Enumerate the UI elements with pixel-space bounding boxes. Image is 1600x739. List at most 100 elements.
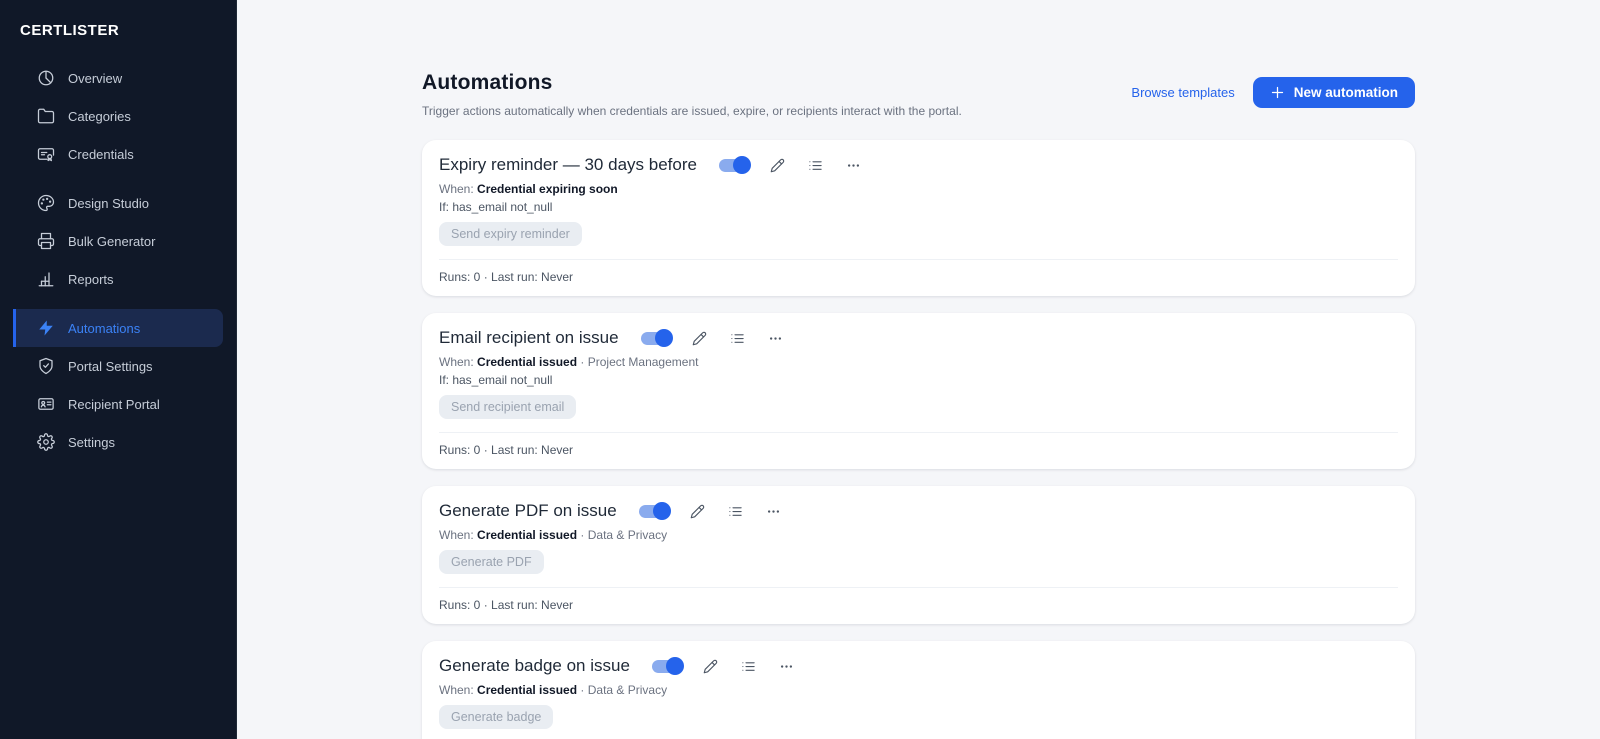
automation-title: Generate badge on issue: [439, 656, 630, 675]
sidebar-item-automations[interactable]: Automations: [13, 309, 223, 347]
sidebar-item-label: Portal Settings: [68, 358, 153, 374]
pencil-icon: [703, 659, 718, 673]
sidebar-item-recipient-portal[interactable]: Recipient Portal: [13, 385, 223, 423]
list-icon: [728, 506, 742, 516]
nav-group-settings: Automations Portal Settings Recipient Po…: [13, 309, 223, 461]
sidebar: CERTLISTER Overview Categories Credentia…: [0, 0, 237, 739]
list-icon: [809, 160, 822, 170]
enabled-toggle[interactable]: [640, 329, 673, 347]
ellipsis-icon: [847, 163, 860, 167]
when-suffix: · Project Management: [577, 355, 699, 369]
lightning-icon: [39, 320, 53, 336]
logs-button[interactable]: [808, 158, 823, 173]
list-icon: [730, 333, 744, 343]
automation-card: Email recipient on issue When: Credentia…: [422, 313, 1415, 469]
main-content: Automations Trigger actions automaticall…: [237, 0, 1600, 739]
gear-icon: [37, 433, 55, 451]
brand-logo: CERTLISTER: [20, 22, 120, 39]
card-footer: Runs: 0 · Last run: Never: [439, 587, 1398, 612]
logs-button[interactable]: [741, 659, 756, 674]
page-header-text: Automations Trigger actions automaticall…: [422, 71, 962, 118]
header-actions: Browse templates New automation: [1131, 77, 1415, 108]
when-suffix: · Data & Privacy: [577, 683, 668, 697]
when-value: Credential issued: [477, 683, 578, 697]
action-chip: Generate PDF: [439, 550, 544, 574]
list-icon: [742, 661, 755, 671]
nav-group-tools: Design Studio Bulk Generator Reports: [13, 184, 223, 298]
automation-title: Generate PDF on issue: [439, 501, 617, 520]
pie-chart-icon: [38, 70, 54, 86]
toggle-knob: [652, 502, 671, 520]
new-automation-button[interactable]: New automation: [1252, 77, 1415, 108]
more-button[interactable]: [768, 331, 783, 346]
plus-icon: [1271, 86, 1283, 99]
runs-line: Runs: 0 · Last run: Never: [439, 270, 574, 284]
automation-title: Email recipient on issue: [439, 328, 619, 347]
shield-check-icon: [39, 357, 53, 375]
nav-group-library: Overview Categories Credentials: [13, 59, 223, 173]
when-line: When: Credential issued · Project Manage…: [439, 355, 699, 369]
if-line: If: has_email not_null: [439, 200, 553, 214]
logs-button[interactable]: [728, 504, 743, 519]
ellipsis-icon: [769, 336, 781, 340]
browse-templates-link[interactable]: Browse templates: [1131, 85, 1234, 100]
card-footer: Runs: 0 · Last run: Never: [439, 432, 1398, 457]
sidebar-item-categories[interactable]: Categories: [13, 97, 223, 135]
action-chip: Send recipient email: [439, 395, 577, 419]
sidebar-item-label: Reports: [68, 271, 114, 287]
toggle-knob: [732, 156, 751, 174]
sidebar-item-portal-settings[interactable]: Portal Settings: [13, 347, 223, 385]
printer-icon: [37, 232, 55, 250]
sidebar-item-label: Bulk Generator: [68, 233, 156, 249]
action-chip: Send expiry reminder: [439, 222, 582, 246]
certificate-icon: [37, 148, 55, 162]
sidebar-item-label: Settings: [68, 434, 115, 450]
sidebar-nav: Overview Categories Credentials Design S…: [0, 59, 236, 461]
toggle-knob: [665, 657, 684, 675]
edit-button[interactable]: [703, 659, 718, 674]
runs-line: Runs: 0 · Last run: Never: [439, 598, 574, 612]
page-header: Automations Trigger actions automaticall…: [422, 71, 1415, 118]
sidebar-item-design-studio[interactable]: Design Studio: [13, 184, 223, 222]
sidebar-item-credentials[interactable]: Credentials: [13, 135, 223, 173]
toggle-knob: [654, 329, 673, 347]
if-line: If: has_email not_null: [439, 373, 553, 387]
more-button[interactable]: [766, 504, 781, 519]
edit-button[interactable]: [690, 504, 705, 519]
pencil-icon: [690, 504, 704, 518]
automation-title: Expiry reminder — 30 days before: [439, 155, 697, 174]
when-suffix: · Data & Privacy: [577, 528, 668, 542]
sidebar-item-bulk-generator[interactable]: Bulk Generator: [13, 222, 223, 260]
edit-button[interactable]: [770, 158, 785, 173]
automation-card: Generate PDF on issue When: Credential i…: [422, 486, 1415, 624]
when-line: When: Credential issued · Data & Privacy: [439, 683, 668, 697]
sidebar-item-label: Design Studio: [68, 195, 149, 211]
folder-icon: [37, 108, 55, 124]
logs-button[interactable]: [730, 331, 745, 346]
sidebar-item-label: Credentials: [68, 146, 134, 162]
sidebar-item-label: Automations: [68, 320, 141, 336]
when-line: When: Credential issued · Data & Privacy: [439, 528, 668, 542]
enabled-toggle[interactable]: [651, 657, 684, 675]
pencil-icon: [692, 331, 706, 345]
when-line: When: Credential expiring soon: [439, 182, 618, 196]
id-card-icon: [38, 398, 54, 410]
sidebar-item-overview[interactable]: Overview: [13, 59, 223, 97]
sidebar-item-label: Recipient Portal: [68, 396, 160, 412]
automation-card: Expiry reminder — 30 days before When: C…: [422, 140, 1415, 296]
ellipsis-icon: [767, 509, 779, 513]
bar-chart-icon: [38, 272, 54, 287]
enabled-toggle[interactable]: [638, 502, 671, 520]
edit-button[interactable]: [692, 331, 707, 346]
more-button[interactable]: [779, 659, 794, 674]
when-value: Credential expiring soon: [477, 182, 618, 196]
more-button[interactable]: [846, 158, 861, 173]
sidebar-item-label: Overview: [68, 70, 123, 86]
sidebar-item-reports[interactable]: Reports: [13, 260, 223, 298]
when-value: Credential issued: [477, 355, 578, 369]
palette-icon: [37, 194, 55, 212]
enabled-toggle[interactable]: [718, 156, 751, 174]
page-title: Automations: [422, 71, 553, 94]
runs-line: Runs: 0 · Last run: Never: [439, 443, 574, 457]
sidebar-item-settings[interactable]: Settings: [13, 423, 223, 461]
